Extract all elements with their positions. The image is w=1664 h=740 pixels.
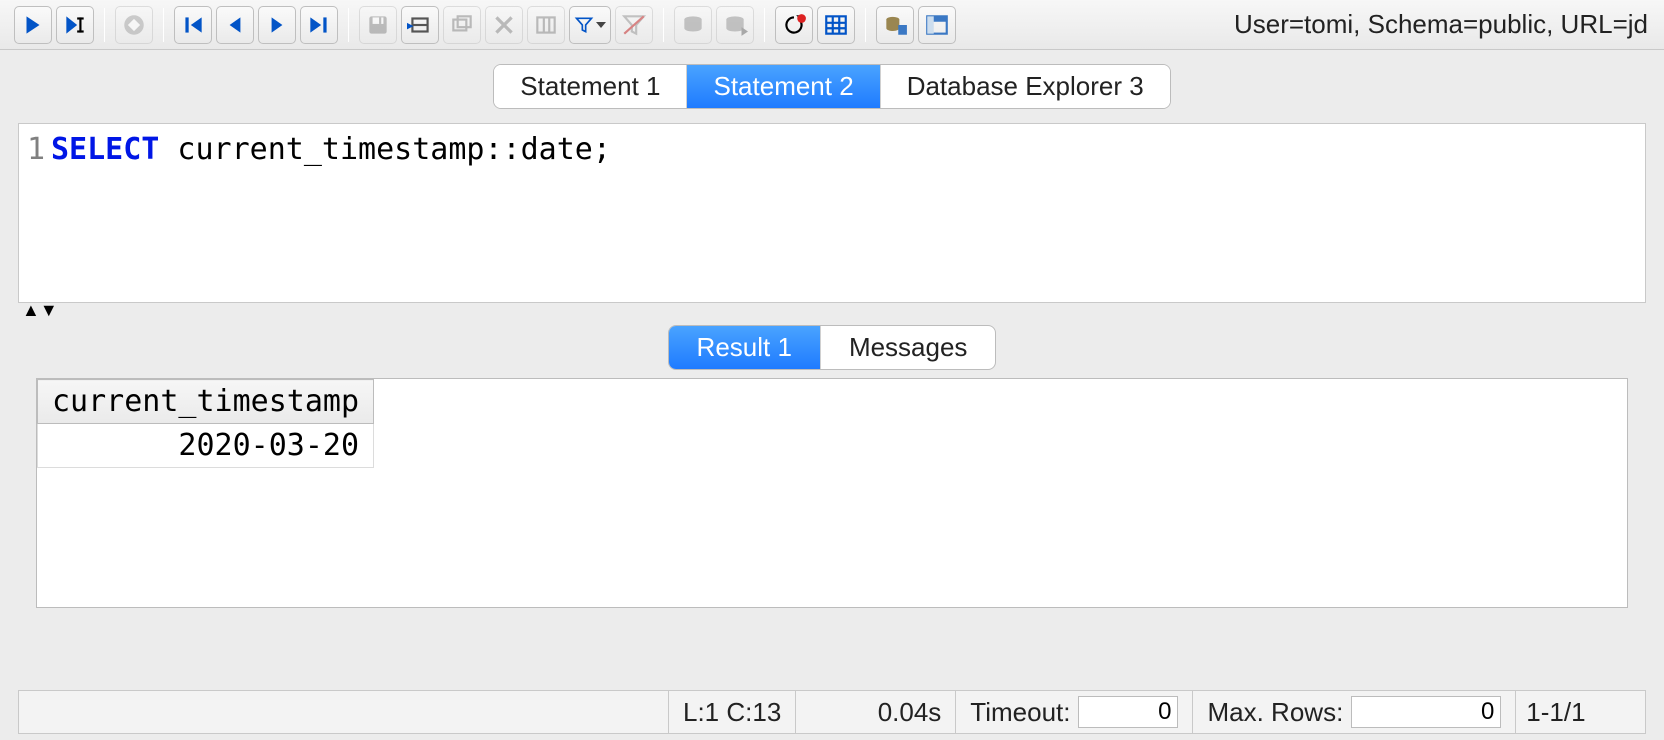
column-header[interactable]: current_timestamp [38, 380, 374, 424]
statement-tabbar: Statement 1 Statement 2 Database Explore… [0, 50, 1664, 109]
table-cell[interactable]: 2020-03-20 [38, 424, 374, 468]
tab-messages[interactable]: Messages [821, 326, 996, 369]
insert-row-button[interactable] [401, 6, 439, 44]
last-record-button[interactable] [300, 6, 338, 44]
maxrows-label: Max. Rows: [1207, 697, 1343, 728]
sql-editor[interactable]: 1 SELECT current_timestamp::date; [18, 123, 1646, 303]
cursor-position: L:1 C:13 [669, 691, 796, 733]
row-range: 1-1/1 [1516, 697, 1595, 728]
sql-keyword: SELECT [51, 132, 159, 167]
select-columns-button[interactable] [527, 6, 565, 44]
maxrows-input[interactable] [1351, 696, 1501, 728]
split-handle[interactable]: ▲▼ [22, 305, 1664, 315]
execution-time: 0.04s [796, 691, 956, 733]
tab-database-explorer-3[interactable]: Database Explorer 3 [881, 65, 1170, 108]
save-results-button[interactable] [359, 6, 397, 44]
refresh-warning-button[interactable] [775, 6, 813, 44]
result-panel: current_timestamp 2020-03-20 [36, 378, 1628, 608]
db-panel-button[interactable] [918, 6, 956, 44]
table-header-row: current_timestamp [38, 380, 374, 424]
prev-record-button[interactable] [216, 6, 254, 44]
result-grid[interactable]: current_timestamp 2020-03-20 [37, 379, 374, 468]
db-tree-button[interactable] [876, 6, 914, 44]
tab-result-1[interactable]: Result 1 [669, 326, 821, 369]
commit-button[interactable] [674, 6, 712, 44]
filter-button[interactable] [569, 6, 611, 44]
tab-statement-2[interactable]: Statement 2 [687, 65, 880, 108]
stop-button[interactable] [115, 6, 153, 44]
run-at-cursor-button[interactable] [56, 6, 94, 44]
connection-info: User=tomi, Schema=public, URL=jd [1234, 9, 1658, 40]
run-button[interactable] [14, 6, 52, 44]
timeout-input[interactable] [1078, 696, 1178, 728]
editor-gutter: 1 [19, 124, 47, 302]
result-tabbar: Result 1 Messages [0, 315, 1664, 370]
main-toolbar: User=tomi, Schema=public, URL=jd [0, 0, 1664, 50]
copy-row-button[interactable] [443, 6, 481, 44]
editor-content[interactable]: SELECT current_timestamp::date; [47, 124, 1645, 302]
table-row[interactable]: 2020-03-20 [38, 424, 374, 468]
timeout-field: Timeout: [956, 691, 1193, 733]
next-record-button[interactable] [258, 6, 296, 44]
clear-filter-button[interactable] [615, 6, 653, 44]
first-record-button[interactable] [174, 6, 212, 44]
timeout-label: Timeout: [970, 697, 1070, 728]
rollback-button[interactable] [716, 6, 754, 44]
grid-options-button[interactable] [817, 6, 855, 44]
tab-statement-1[interactable]: Statement 1 [494, 65, 687, 108]
sql-rest: current_timestamp::date; [159, 132, 611, 167]
delete-row-button[interactable] [485, 6, 523, 44]
maxrows-field: Max. Rows: [1193, 691, 1516, 733]
line-number: 1 [19, 132, 45, 167]
status-bar: L:1 C:13 0.04s Timeout: Max. Rows: 1-1/1 [18, 690, 1646, 734]
